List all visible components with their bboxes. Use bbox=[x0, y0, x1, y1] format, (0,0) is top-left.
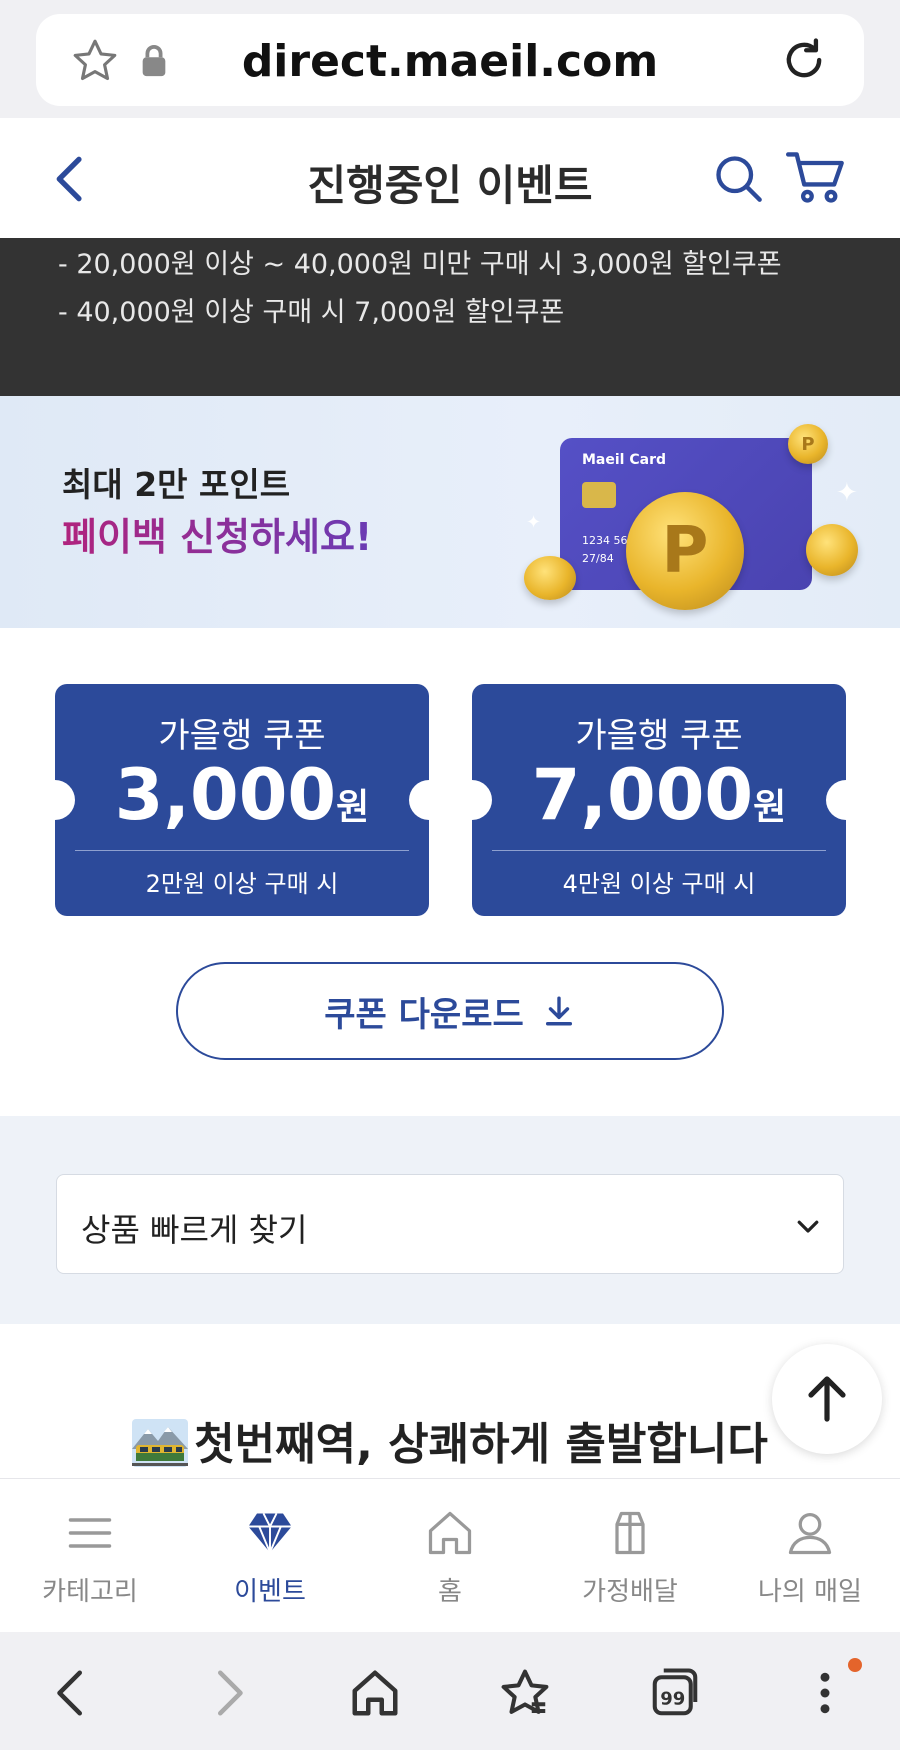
quick-find-label: 상품 빠르게 찾기 bbox=[81, 1211, 308, 1249]
back-chevron-icon[interactable] bbox=[50, 154, 90, 204]
tab-category[interactable]: 카테고리 bbox=[0, 1479, 180, 1633]
bottom-tab-bar: 카테고리 이벤트 홈 가정배달 나의 매일 bbox=[0, 1478, 900, 1632]
tabs-icon[interactable]: 99 bbox=[648, 1666, 702, 1720]
coupon-title: 가을행 쿠폰 bbox=[158, 716, 326, 756]
tab-label: 카테고리 bbox=[42, 1577, 138, 1607]
coupon-amount-value: 3,000 bbox=[114, 754, 337, 836]
home-icon bbox=[428, 1511, 472, 1555]
coin-icon bbox=[524, 556, 576, 600]
tab-home-delivery[interactable]: 가정배달 bbox=[540, 1479, 720, 1633]
payback-banner[interactable]: 최대 2만 포인트 페이백 신청하세요! Maeil Card 1234 56 … bbox=[0, 396, 900, 628]
browser-url-bar-area: direct.maeil.com bbox=[0, 0, 900, 118]
notice-line: - 20,000원 이상 ~ 40,000원 미만 구매 시 3,000원 할인… bbox=[58, 249, 782, 280]
coupon-download-button[interactable]: 쿠폰 다운로드 bbox=[176, 962, 724, 1060]
coupon-amount-value: 7,000 bbox=[531, 754, 754, 836]
coupon-divider bbox=[75, 850, 409, 851]
more-menu-icon[interactable] bbox=[798, 1666, 852, 1720]
coupon-card[interactable]: 가을행 쿠폰 3,000원 2만원 이상 구매 시 bbox=[35, 684, 449, 916]
reload-icon[interactable] bbox=[778, 34, 830, 86]
point-coin-icon: P bbox=[626, 492, 744, 610]
banner-subtitle: 최대 2만 포인트 bbox=[62, 465, 291, 504]
coupon-card[interactable]: 가을행 쿠폰 7,000원 4만원 이상 구매 시 bbox=[452, 684, 866, 916]
browser-nav-bar: 99 bbox=[0, 1632, 900, 1750]
coupon-amount: 7,000원 bbox=[472, 754, 846, 836]
card-chip-icon bbox=[582, 482, 616, 508]
coin-icon bbox=[806, 524, 858, 576]
notification-dot bbox=[848, 1658, 862, 1672]
mountain-railway-icon bbox=[132, 1419, 189, 1467]
tab-label: 홈 bbox=[438, 1577, 462, 1607]
coupon-condition: 4만원 이상 구매 시 bbox=[562, 870, 756, 898]
person-icon bbox=[788, 1512, 832, 1555]
site-header: 진행중인 이벤트 bbox=[0, 118, 900, 238]
browser-url-bar[interactable]: direct.maeil.com bbox=[36, 14, 864, 106]
quick-find-select[interactable]: 상품 빠르게 찾기 bbox=[56, 1174, 844, 1274]
milk-carton-icon bbox=[615, 1511, 645, 1555]
section-heading-text: 첫번째역, 상쾌하게 출발합니다 bbox=[194, 1419, 768, 1470]
download-button-label: 쿠폰 다운로드 bbox=[324, 994, 524, 1035]
banner-title: 페이백 신청하세요! bbox=[62, 506, 372, 561]
tab-event[interactable]: 이벤트 bbox=[180, 1479, 360, 1633]
cart-icon[interactable] bbox=[786, 150, 846, 206]
coin-letter: P bbox=[661, 514, 709, 588]
coupon-divider bbox=[492, 850, 826, 851]
coupon-amount-unit: 원 bbox=[336, 787, 370, 828]
tabs-count: 99 bbox=[660, 1688, 685, 1709]
coupon-condition: 2만원 이상 구매 시 bbox=[145, 870, 339, 898]
coin-letter: P bbox=[801, 433, 815, 455]
event-section: 첫번째역, 상쾌하게 출발합니다 bbox=[0, 1324, 900, 1478]
scroll-to-top-button[interactable] bbox=[772, 1344, 882, 1454]
tab-label: 나의 매일 bbox=[758, 1577, 862, 1607]
browser-back-icon[interactable] bbox=[46, 1666, 100, 1720]
coupon-amount-unit: 원 bbox=[753, 787, 787, 828]
coupon-title: 가을행 쿠폰 bbox=[575, 716, 743, 756]
tab-home[interactable]: 홈 bbox=[360, 1479, 540, 1633]
card-brand: Maeil Card bbox=[582, 452, 666, 468]
card-expiry: 27/84 bbox=[582, 552, 614, 565]
browser-home-icon[interactable] bbox=[348, 1666, 402, 1720]
sparkle-icon: ✦ bbox=[526, 512, 542, 533]
search-icon[interactable] bbox=[712, 152, 764, 204]
menu-icon bbox=[68, 1518, 112, 1548]
page-title: 진행중인 이벤트 bbox=[307, 161, 593, 210]
diamond-icon bbox=[248, 1513, 292, 1556]
quick-find-area: 상품 빠르게 찾기 bbox=[0, 1116, 900, 1324]
notice-line: - 40,000원 이상 구매 시 7,000원 할인쿠폰 bbox=[58, 297, 565, 328]
section-heading: 첫번째역, 상쾌하게 출발합니다 bbox=[0, 1408, 900, 1472]
coupon-section: 가을행 쿠폰 3,000원 2만원 이상 구매 시 가을행 쿠폰 7,000원 … bbox=[0, 628, 900, 1116]
chevron-down-icon bbox=[797, 1220, 819, 1233]
browser-forward-icon[interactable] bbox=[200, 1666, 254, 1720]
bookmarks-star-icon[interactable] bbox=[498, 1666, 552, 1720]
star-icon[interactable] bbox=[70, 36, 120, 86]
coupon-amount: 3,000원 bbox=[55, 754, 429, 836]
tab-label: 이벤트 bbox=[234, 1577, 306, 1607]
card-number: 1234 56 bbox=[582, 534, 628, 547]
arrow-up-icon bbox=[808, 1376, 846, 1422]
sparkle-icon: ✦ bbox=[836, 478, 858, 508]
tab-label: 가정배달 bbox=[582, 1577, 678, 1607]
url-text[interactable]: direct.maeil.com bbox=[186, 36, 714, 87]
lock-icon bbox=[142, 44, 166, 77]
point-coin-icon: P bbox=[788, 424, 828, 464]
coupon-notice: - 20,000원 이상 ~ 40,000원 미만 구매 시 3,000원 할인… bbox=[0, 238, 900, 396]
tab-my-maeil[interactable]: 나의 매일 bbox=[720, 1479, 900, 1633]
download-icon bbox=[545, 996, 572, 1026]
